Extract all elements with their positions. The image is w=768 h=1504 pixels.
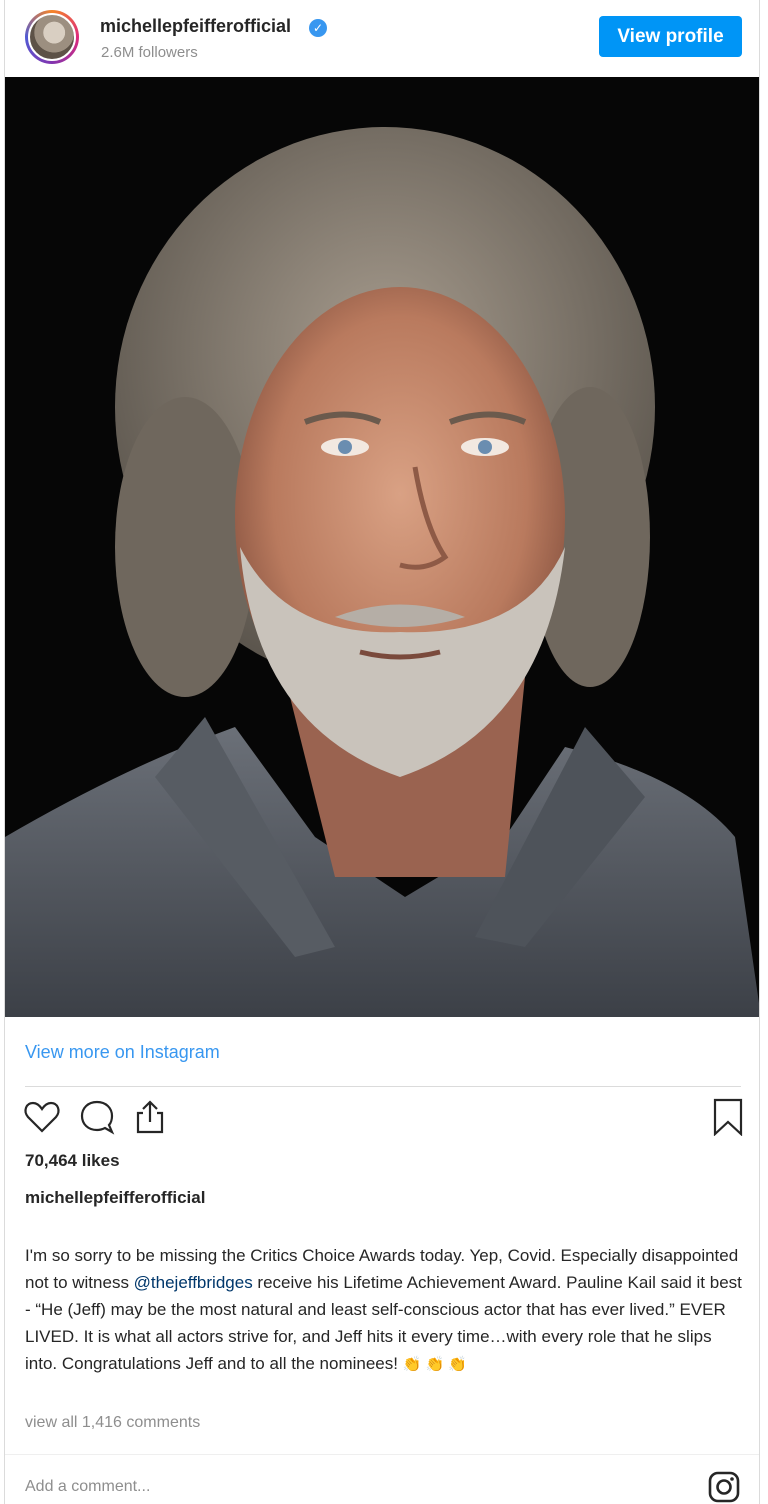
heart-icon[interactable] — [23, 1098, 61, 1136]
instagram-icon[interactable] — [707, 1470, 741, 1504]
bookmark-icon[interactable] — [709, 1098, 747, 1137]
divider — [25, 1086, 741, 1087]
comment-icon[interactable] — [78, 1098, 116, 1136]
view-more-link[interactable]: View more on Instagram — [25, 1042, 220, 1063]
view-all-comments-link[interactable]: view all 1,416 comments — [25, 1414, 200, 1432]
verified-badge-icon: ✓ — [309, 19, 327, 37]
mention-link[interactable]: @thejeffbridges — [134, 1273, 253, 1292]
post-caption: I'm so sorry to be missing the Critics C… — [25, 1242, 745, 1378]
instagram-embed-card: michellepfeifferofficial ✓ 2.6M follower… — [4, 0, 760, 1504]
avatar-image — [28, 13, 76, 61]
likes-count[interactable]: 70,464 likes — [25, 1151, 120, 1171]
caption-username[interactable]: michellepfeifferofficial — [25, 1188, 205, 1208]
portrait-illustration — [5, 77, 759, 1017]
view-profile-button[interactable]: View profile — [599, 16, 742, 57]
followers-count: 2.6M followers — [101, 44, 198, 61]
share-icon[interactable] — [131, 1098, 169, 1136]
username-link[interactable]: michellepfeifferofficial — [100, 16, 291, 37]
clapping-emoji: 👏 👏 👏 — [402, 1356, 468, 1373]
divider — [5, 1454, 759, 1455]
add-comment-input[interactable]: Add a comment... — [25, 1478, 150, 1496]
avatar[interactable] — [25, 10, 79, 64]
post-header: michellepfeifferofficial ✓ 2.6M follower… — [5, 0, 759, 77]
post-photo[interactable] — [5, 77, 759, 1017]
